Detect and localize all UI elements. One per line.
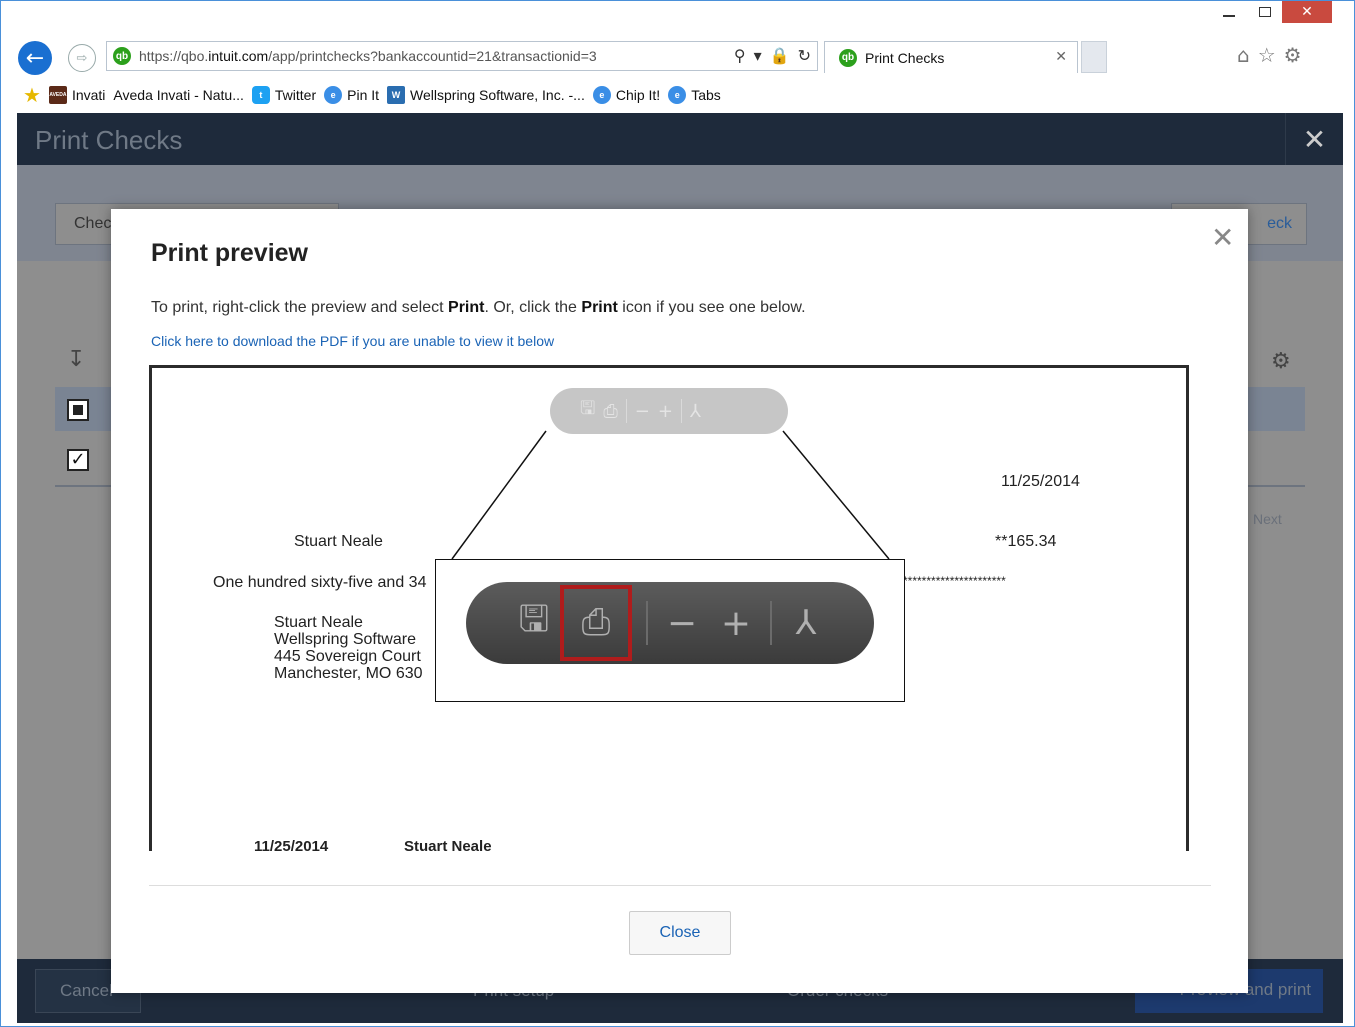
- pdf-toolbar-small: 🖫 ⎙ − + ⅄: [550, 388, 788, 434]
- minimize-button[interactable]: [1214, 1, 1244, 23]
- check-amount: **165.34: [995, 533, 1057, 550]
- next-link[interactable]: Next: [1253, 511, 1282, 527]
- dialog-close-icon[interactable]: ✕: [1211, 221, 1234, 254]
- tab-label: Print Checks: [865, 49, 945, 66]
- print-icon[interactable]: ⎙: [560, 585, 632, 661]
- browser-window: ✕ ← ⇨ qb https://qbo.intuit.com/app/prin…: [0, 0, 1355, 1027]
- payee-address: Stuart Neale Wellspring Software 445 Sov…: [274, 614, 423, 682]
- new-tab-button[interactable]: [1081, 41, 1107, 73]
- minimize-icon: [1223, 15, 1235, 17]
- settings-gear-icon[interactable]: ⚙: [1271, 349, 1291, 374]
- tab-print-checks[interactable]: qb Print Checks ✕: [824, 41, 1078, 73]
- toolbar-callout: 🖫 ⎙ − + ⅄: [435, 559, 905, 702]
- ie-page-icon: e: [324, 86, 343, 104]
- favorite-label: Chip It!: [615, 87, 661, 103]
- address-bar[interactable]: qb https://qbo.intuit.com/app/printcheck…: [106, 41, 818, 71]
- page-title: Print Checks: [35, 125, 183, 155]
- tab-close-icon[interactable]: ✕: [1055, 49, 1067, 65]
- quickbooks-favicon: qb: [113, 47, 131, 65]
- favorite-chip-it[interactable]: e Chip It!: [592, 86, 661, 104]
- amount-fill-stars: **********************: [903, 574, 1006, 588]
- favorite-pin-it[interactable]: e Pin It: [324, 86, 379, 104]
- maximize-button[interactable]: [1250, 1, 1280, 23]
- dialog-divider: [149, 885, 1211, 886]
- amount-in-words: One hundred sixty-five and 34: [213, 574, 427, 591]
- stub-payee: Stuart Neale: [404, 838, 492, 851]
- sort-icon[interactable]: ↧: [67, 347, 85, 372]
- favorite-aveda-invati[interactable]: Aveda Invati - Natu...: [113, 87, 243, 103]
- ie-page-icon: e: [592, 86, 611, 104]
- favorite-tabs[interactable]: e Tabs: [668, 86, 721, 104]
- browser-tools: ⌂ ☆ ⚙: [1237, 43, 1302, 67]
- favorite-invati[interactable]: AVEDA Invati: [48, 86, 106, 104]
- favorites-bar: ★ AVEDA Invati Aveda Invati - Natu... t Tw…: [1, 79, 1354, 111]
- favorite-twitter[interactable]: t Twitter: [251, 86, 317, 104]
- address-line: Manchester, MO 630: [274, 665, 423, 682]
- twitter-icon: t: [251, 86, 270, 104]
- print-icon[interactable]: ⎙: [603, 401, 617, 422]
- favorite-label: Tabs: [691, 87, 721, 103]
- pdf-toolbar-zoomed: 🖫 ⎙ − + ⅄: [466, 582, 874, 664]
- checkbox-indeterminate-icon: [73, 405, 83, 415]
- print-instructions: To print, right-click the preview and se…: [151, 299, 806, 316]
- save-icon[interactable]: 🖫: [580, 396, 595, 426]
- favorite-label: Wellspring Software, Inc. -...: [410, 87, 585, 103]
- maximize-icon: [1259, 7, 1271, 17]
- gear-icon[interactable]: ⚙: [1284, 43, 1302, 67]
- acrobat-icon[interactable]: ⅄: [786, 603, 826, 643]
- dialog-title: Print preview: [151, 239, 308, 267]
- save-icon[interactable]: 🖫: [516, 599, 552, 641]
- app-close-icon[interactable]: ✕: [1285, 113, 1343, 165]
- app-header: Print Checks ✕: [17, 113, 1343, 165]
- address-line: Wellspring Software: [274, 631, 416, 648]
- favorite-label: Aveda Invati - Natu...: [113, 87, 244, 103]
- toolbar-separator: [680, 399, 682, 423]
- close-button[interactable]: Close: [629, 911, 731, 955]
- dropdown-icon[interactable]: ▾: [754, 46, 762, 65]
- check-payee: Stuart Neale: [294, 533, 383, 550]
- quickbooks-favicon: qb: [839, 48, 857, 67]
- toolbar-separator: [625, 399, 627, 423]
- back-button[interactable]: ←: [18, 41, 52, 75]
- stub-date: 11/25/2014: [254, 838, 329, 851]
- home-icon[interactable]: ⌂: [1237, 43, 1250, 67]
- wellspring-icon: W: [387, 86, 406, 104]
- toolbar-separator: [646, 601, 648, 645]
- search-icon[interactable]: ⚲: [734, 46, 746, 65]
- forward-button[interactable]: ⇨: [68, 44, 96, 72]
- title-bar: ✕: [1, 1, 1354, 37]
- favorite-wellspring[interactable]: W Wellspring Software, Inc. -...: [387, 86, 585, 104]
- zoom-out-icon[interactable]: −: [662, 603, 702, 644]
- download-pdf-link[interactable]: Click here to download the PDF if you ar…: [151, 333, 554, 349]
- ie-page-icon: e: [668, 86, 687, 104]
- zoom-in-icon[interactable]: +: [658, 401, 673, 422]
- window-close-button[interactable]: ✕: [1282, 1, 1332, 23]
- refresh-icon[interactable]: ↻: [798, 46, 811, 65]
- address-line: 445 Sovereign Court: [274, 648, 421, 665]
- favorite-label: Invati: [71, 87, 106, 103]
- address-icons: ⚲ ▾ 🔒 ↻: [734, 46, 811, 65]
- row-checkbox[interactable]: ✓: [67, 449, 89, 471]
- aveda-icon: AVEDA: [48, 86, 67, 104]
- favorites-star-icon[interactable]: ★: [23, 83, 41, 107]
- acrobat-icon[interactable]: ⅄: [690, 401, 701, 422]
- favorite-label: Pin It: [347, 87, 380, 103]
- navigation-bar: ← ⇨ qb https://qbo.intuit.com/app/printc…: [1, 37, 1354, 79]
- toolbar-separator: [770, 601, 772, 645]
- address-line: Stuart Neale: [274, 614, 363, 631]
- star-icon[interactable]: ☆: [1258, 43, 1276, 67]
- check-date: 11/25/2014: [1001, 473, 1080, 490]
- lock-icon[interactable]: 🔒: [770, 46, 790, 65]
- zoom-in-icon[interactable]: +: [716, 603, 756, 644]
- url-text: https://qbo.intuit.com/app/printchecks?b…: [139, 48, 597, 64]
- favorite-label: Twitter: [274, 87, 317, 103]
- select-all-checkbox[interactable]: [67, 399, 89, 421]
- zoom-out-icon[interactable]: −: [635, 401, 650, 422]
